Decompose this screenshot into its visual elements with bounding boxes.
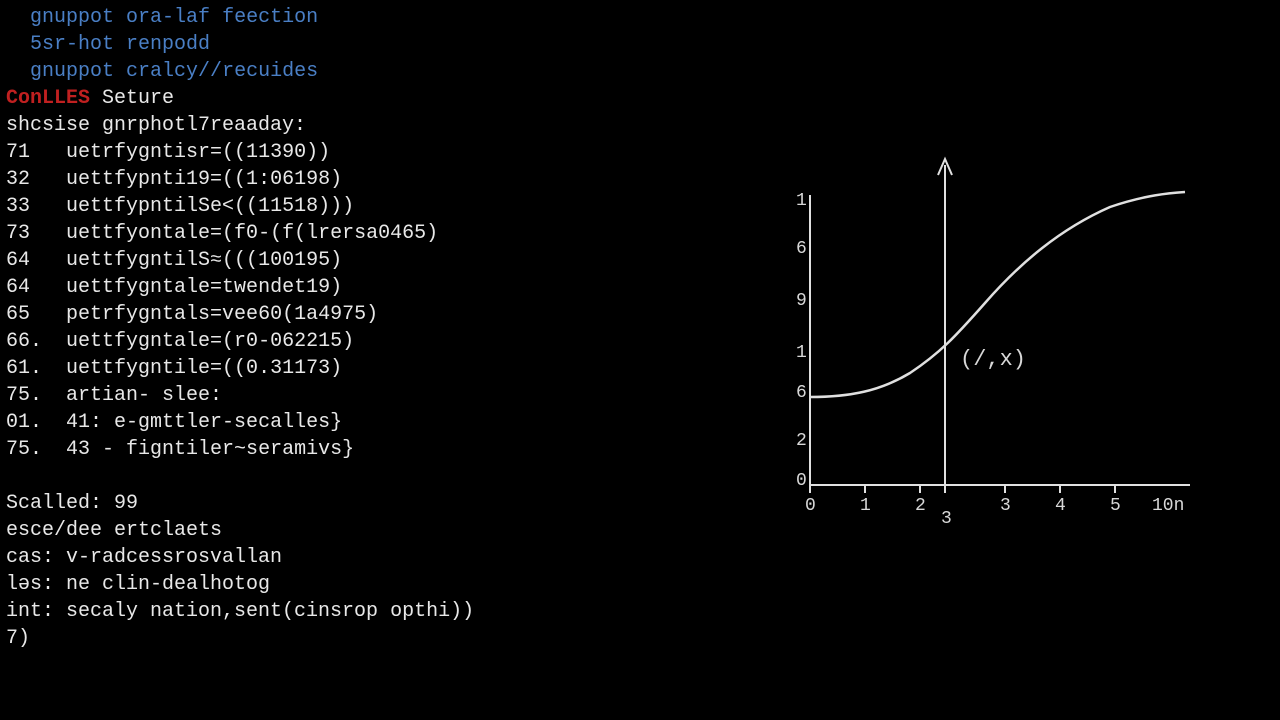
footer-line: int: secaly nation,sent(cinsrop opthi)) — [6, 598, 1274, 625]
line-number: 01. — [6, 411, 42, 434]
line-body: 43 - figntiler~seramivs} — [66, 438, 354, 461]
header-line-2: 5sr-hot renpodd — [6, 31, 1274, 58]
function-plot: 1 6 9 1 6 2 0 0 1 2 3 3 4 5 10n (/,x) — [790, 145, 1200, 525]
y-tick-label: 2 — [796, 431, 807, 451]
y-tick-label: 1 — [796, 343, 807, 363]
y-tick-label: 6 — [796, 383, 807, 403]
line-body: 41: e-gmttler-secalles} — [66, 411, 342, 434]
x-tick-label: 10n — [1152, 496, 1184, 516]
y-tick-label: 6 — [796, 239, 807, 259]
line-body: uettfygntilS≈(((100195) — [66, 249, 342, 272]
line-number: 66. — [6, 330, 42, 353]
y-tick-label: 1 — [796, 191, 807, 211]
x-tick-label: 0 — [805, 496, 816, 516]
header-line-3: gnuppot cralcy//recuides — [6, 58, 1274, 85]
line-number: 73 — [6, 222, 30, 245]
status-text: Seture — [102, 87, 174, 110]
scalled-label: Scalled: — [6, 492, 102, 515]
scalled-value: 99 — [114, 492, 138, 515]
line-body: uettfypntilSe<((11518))) — [66, 195, 354, 218]
line-number: 75. — [6, 384, 42, 407]
plot-svg: 1 6 9 1 6 2 0 0 1 2 3 3 4 5 10n (/,x) — [790, 145, 1200, 525]
cmd-path: cralcy//recuides — [126, 60, 318, 83]
cmd-args: ora-laf feection — [126, 6, 318, 29]
line-body: uettfygntile=((0.31173) — [66, 357, 342, 380]
curve-annotation: (/,x) — [960, 347, 1026, 372]
x-tick-label: 2 — [915, 496, 926, 516]
line-number: 64 — [6, 249, 30, 272]
cmd-name: gnuppot — [30, 6, 114, 29]
section-subhead: shcsise gnrphotl7reaaday: — [6, 112, 1274, 139]
line-number: 64 — [6, 276, 30, 299]
x-tick-label-marker: 3 — [941, 509, 952, 525]
status-label: ConLLES — [6, 87, 90, 110]
prompt-marker — [6, 6, 30, 29]
line-number: 32 — [6, 168, 30, 191]
line-number: 33 — [6, 195, 30, 218]
header-line-1: gnuppot ora-laf feection — [6, 4, 1274, 31]
footer-line: cas: v-radcessrosvallan — [6, 544, 1274, 571]
line-body: uettfygntale=(r0-062215) — [66, 330, 354, 353]
x-tick-label: 3 — [1000, 496, 1011, 516]
y-tick-label: 0 — [796, 471, 807, 491]
footer-line: 7) — [6, 625, 1274, 652]
line-body: uettfyontale=(f0-(f(lrersa0465) — [66, 222, 438, 245]
line-number: 65 — [6, 303, 30, 326]
cmd-text: 5sr-hot renpodd — [30, 33, 210, 56]
line-body: uettfygntale=twendet19) — [66, 276, 342, 299]
line-body: petrfygntals=vee60(1a4975) — [66, 303, 378, 326]
line-body: uettfypnti19=((1:06198) — [66, 168, 342, 191]
footer-line: lәs: ne clin-dealhotog — [6, 571, 1274, 598]
line-body: uetrfygntisr=((11390)) — [66, 141, 330, 164]
x-tick-label: 5 — [1110, 496, 1121, 516]
line-number: 71 — [6, 141, 30, 164]
line-number: 61. — [6, 357, 42, 380]
y-tick-label: 9 — [796, 291, 807, 311]
status-line: ConLLES Seture — [6, 85, 1274, 112]
line-number: 75. — [6, 438, 42, 461]
cmd-name: gnuppot — [30, 60, 114, 83]
line-body: artian- slee: — [66, 384, 222, 407]
x-tick-label: 1 — [860, 496, 871, 516]
x-tick-label: 4 — [1055, 496, 1066, 516]
